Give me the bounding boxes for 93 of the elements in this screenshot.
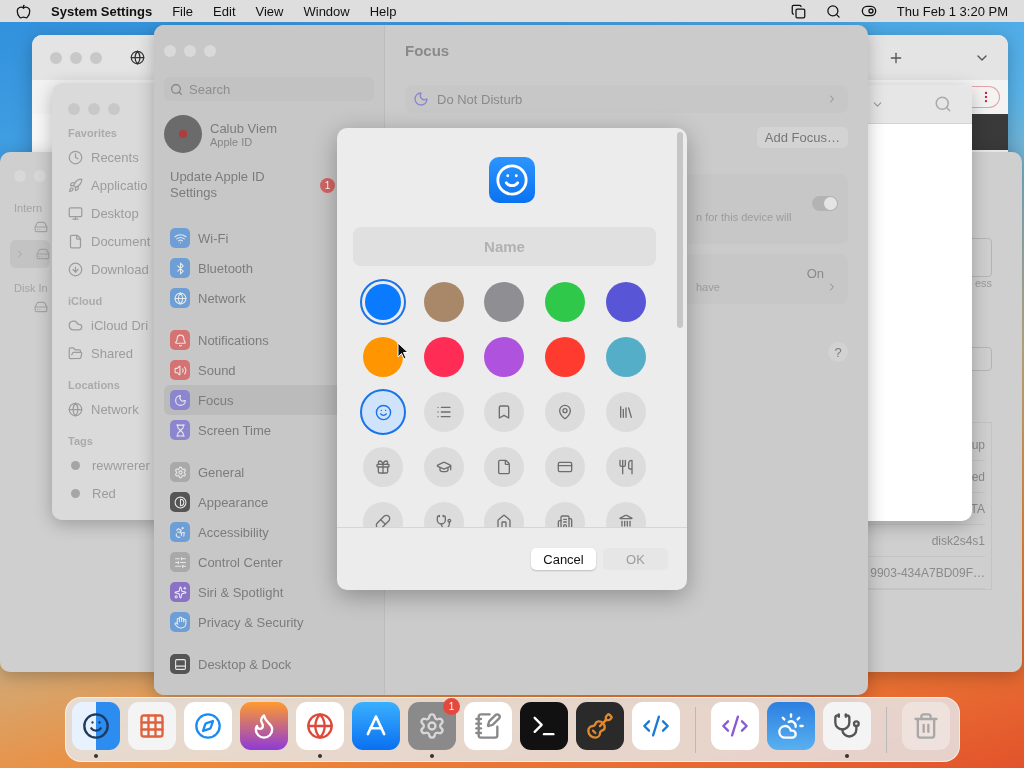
dialog-button[interactable]: Cancel bbox=[531, 548, 596, 570]
sidebar-item[interactable]: Shared bbox=[68, 339, 133, 367]
sidebar-item[interactable]: iCloud Dri bbox=[68, 311, 149, 339]
symbol-option[interactable] bbox=[363, 447, 404, 487]
menu-item[interactable]: Help bbox=[369, 3, 397, 19]
download-icon bbox=[68, 261, 83, 277]
sidebar-item[interactable]: Download bbox=[68, 255, 149, 283]
focus-label: Do Not Disturb bbox=[437, 91, 523, 107]
symbol-option[interactable] bbox=[360, 389, 407, 435]
browser-tab-icon bbox=[130, 50, 145, 65]
sidebar-item[interactable]: Desktop & Dock bbox=[164, 649, 374, 679]
notepad-icon[interactable] bbox=[464, 701, 512, 750]
house-icon bbox=[496, 514, 513, 527]
building-icon bbox=[557, 514, 574, 527]
avatar-dot bbox=[179, 130, 187, 138]
smiley-icon bbox=[489, 157, 535, 203]
stethoscope-icon[interactable] bbox=[823, 701, 871, 750]
add-focus-button[interactable]: Add Focus… bbox=[756, 127, 848, 148]
sidebar-item[interactable]: rewwrerer bbox=[68, 451, 150, 479]
menu-item[interactable]: Window bbox=[303, 3, 350, 19]
tag-dot bbox=[71, 488, 80, 498]
search-icon bbox=[934, 95, 952, 113]
pills-icon bbox=[375, 514, 392, 527]
symbol-option[interactable] bbox=[545, 392, 586, 432]
app-grid-icon[interactable] bbox=[128, 701, 176, 750]
symbol-option[interactable] bbox=[545, 447, 586, 487]
symbol-option[interactable] bbox=[605, 392, 646, 432]
code-icon[interactable] bbox=[711, 701, 759, 750]
drive-icon bbox=[34, 300, 48, 314]
drive-icon bbox=[34, 220, 48, 234]
books-icon bbox=[617, 404, 634, 420]
rocket-icon bbox=[68, 177, 83, 193]
gear-icon[interactable] bbox=[408, 701, 456, 750]
apple-icon bbox=[16, 3, 31, 19]
menu-clock: Thu Feb 1 3:20 PM bbox=[896, 3, 1008, 19]
account-name: Calub Viem bbox=[210, 120, 277, 136]
account-subtitle: Apple ID bbox=[210, 135, 254, 148]
smiley-icon bbox=[374, 403, 392, 421]
notification-badge: 1 bbox=[320, 177, 335, 193]
guitar-icon[interactable] bbox=[576, 701, 624, 750]
menu-item[interactable]: Edit bbox=[213, 3, 236, 19]
monitor-icon bbox=[68, 205, 83, 221]
search-icon bbox=[825, 3, 841, 19]
clock-icon bbox=[68, 149, 83, 165]
windows-icon bbox=[790, 3, 806, 19]
toggle-switch[interactable] bbox=[812, 195, 838, 211]
compass-icon[interactable] bbox=[184, 701, 232, 750]
sidebar-item[interactable]: Privacy & Security bbox=[164, 607, 374, 637]
control-center-icon bbox=[860, 3, 877, 19]
symbol-option[interactable] bbox=[484, 447, 525, 487]
menu-item[interactable]: System Settings bbox=[51, 3, 153, 19]
sidebar-item[interactable]: Red bbox=[68, 479, 116, 507]
search-icon bbox=[170, 82, 183, 96]
bank-icon bbox=[617, 514, 634, 527]
document-icon bbox=[496, 459, 513, 475]
globe-icon bbox=[68, 401, 83, 417]
menu-item[interactable]: View bbox=[255, 3, 284, 19]
document-icon bbox=[68, 233, 83, 249]
symbol-option[interactable] bbox=[423, 447, 464, 487]
graduation-cap-icon bbox=[435, 459, 452, 475]
moon-icon bbox=[413, 91, 429, 107]
cloud-icon bbox=[68, 317, 83, 333]
sidebar-item[interactable]: Siri & Spotlight bbox=[164, 577, 374, 607]
stethoscope-icon bbox=[435, 514, 452, 527]
sidebar-item[interactable]: Applicatio bbox=[68, 171, 148, 199]
code-icon[interactable] bbox=[632, 701, 680, 750]
menu-item[interactable]: File bbox=[172, 3, 194, 19]
sidebar-item[interactable]: Desktop bbox=[68, 199, 139, 227]
symbol-option[interactable] bbox=[605, 447, 646, 487]
symbol-option[interactable] bbox=[484, 392, 525, 432]
sidebar-item[interactable]: Document bbox=[68, 227, 151, 255]
sidebar-item[interactable]: Network bbox=[68, 395, 139, 423]
folder-icon bbox=[68, 345, 83, 361]
update-notice[interactable]: Update Apple ID Settings bbox=[170, 169, 290, 201]
symbol-option[interactable] bbox=[423, 392, 464, 432]
list-icon bbox=[435, 404, 452, 420]
fork-knife-icon bbox=[617, 459, 634, 475]
focus-row[interactable]: Do Not Disturb bbox=[405, 85, 848, 113]
cloud-sun-icon[interactable] bbox=[767, 701, 815, 750]
window-title: Focus bbox=[405, 40, 451, 61]
browser-globe-icon[interactable] bbox=[296, 701, 344, 750]
smiley-face-app-icon[interactable] bbox=[72, 701, 120, 750]
help-button[interactable]: ? bbox=[828, 342, 848, 362]
trash-icon[interactable] bbox=[902, 701, 950, 750]
status-text: On bbox=[806, 265, 824, 281]
gift-icon bbox=[375, 459, 392, 475]
drive-icon bbox=[36, 247, 50, 261]
notification-badge: 1 bbox=[443, 697, 460, 715]
sidebar-item[interactable]: Recents bbox=[68, 143, 139, 171]
tag-dot bbox=[71, 460, 80, 470]
credit-card-icon bbox=[557, 459, 574, 475]
pin-icon bbox=[557, 404, 574, 420]
terminal-icon[interactable] bbox=[520, 701, 568, 750]
